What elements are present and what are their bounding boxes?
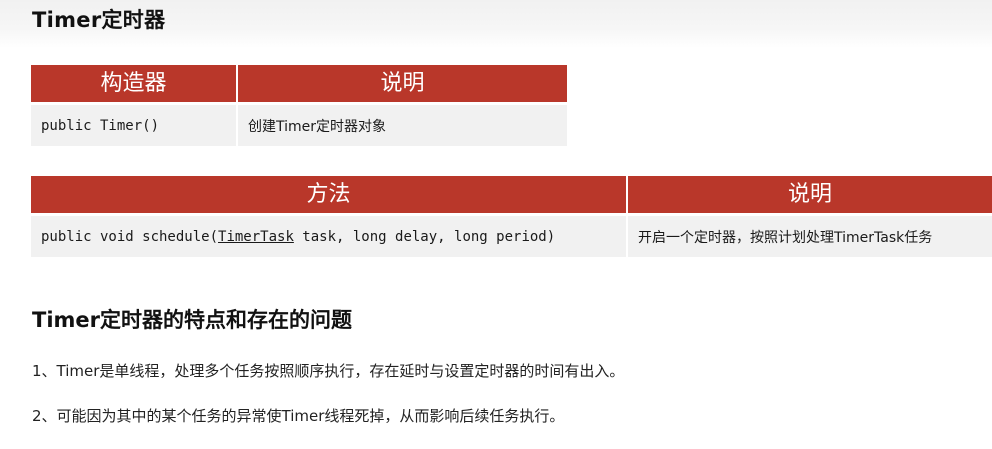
table-row: public void schedule(TimerTask task, lon… [31, 216, 992, 257]
method-signature-suffix: task, long delay, long period) [293, 228, 556, 245]
description-column-header: 说明 [625, 176, 992, 216]
method-column-header: 方法 [31, 176, 626, 216]
list-item: 1、Timer是单线程，处理多个任务按照顺序执行，存在延时与设置定时器的时间有出… [32, 362, 625, 380]
timertask-type-link[interactable]: TimerTask [218, 229, 294, 245]
constructor-column-header: 构造器 [31, 65, 236, 105]
constructor-description-cell: 创建Timer定时器对象 [236, 105, 567, 146]
method-signature: public void schedule(TimerTask task, lon… [41, 229, 555, 245]
method-table: 方法 说明 public void schedule(TimerTask tas… [31, 176, 992, 257]
constructor-signature-cell: public Timer() [31, 105, 236, 146]
description-column-header: 说明 [236, 65, 567, 105]
section-heading: Timer定时器的特点和存在的问题 [32, 308, 353, 332]
method-table-header-row: 方法 说明 [31, 176, 992, 216]
constructor-description: 创建Timer定时器对象 [248, 118, 387, 135]
method-description-cell: 开启一个定时器，按照计划处理TimerTask任务 [625, 216, 992, 257]
list-item: 2、可能因为其中的某个任务的异常使Timer线程死掉，从而影响后续任务执行。 [32, 407, 565, 425]
table-row: public Timer() 创建Timer定时器对象 [31, 105, 567, 146]
constructor-signature: public Timer() [41, 117, 160, 134]
constructor-table-header-row: 构造器 说明 [31, 65, 567, 105]
method-signature-cell: public void schedule(TimerTask task, lon… [31, 216, 626, 257]
method-description: 开启一个定时器，按照计划处理TimerTask任务 [637, 229, 933, 246]
constructor-table: 构造器 说明 public Timer() 创建Timer定时器对象 [31, 65, 567, 146]
method-signature-prefix: public void schedule( [41, 228, 219, 245]
page-title: Timer定时器 [32, 8, 166, 32]
